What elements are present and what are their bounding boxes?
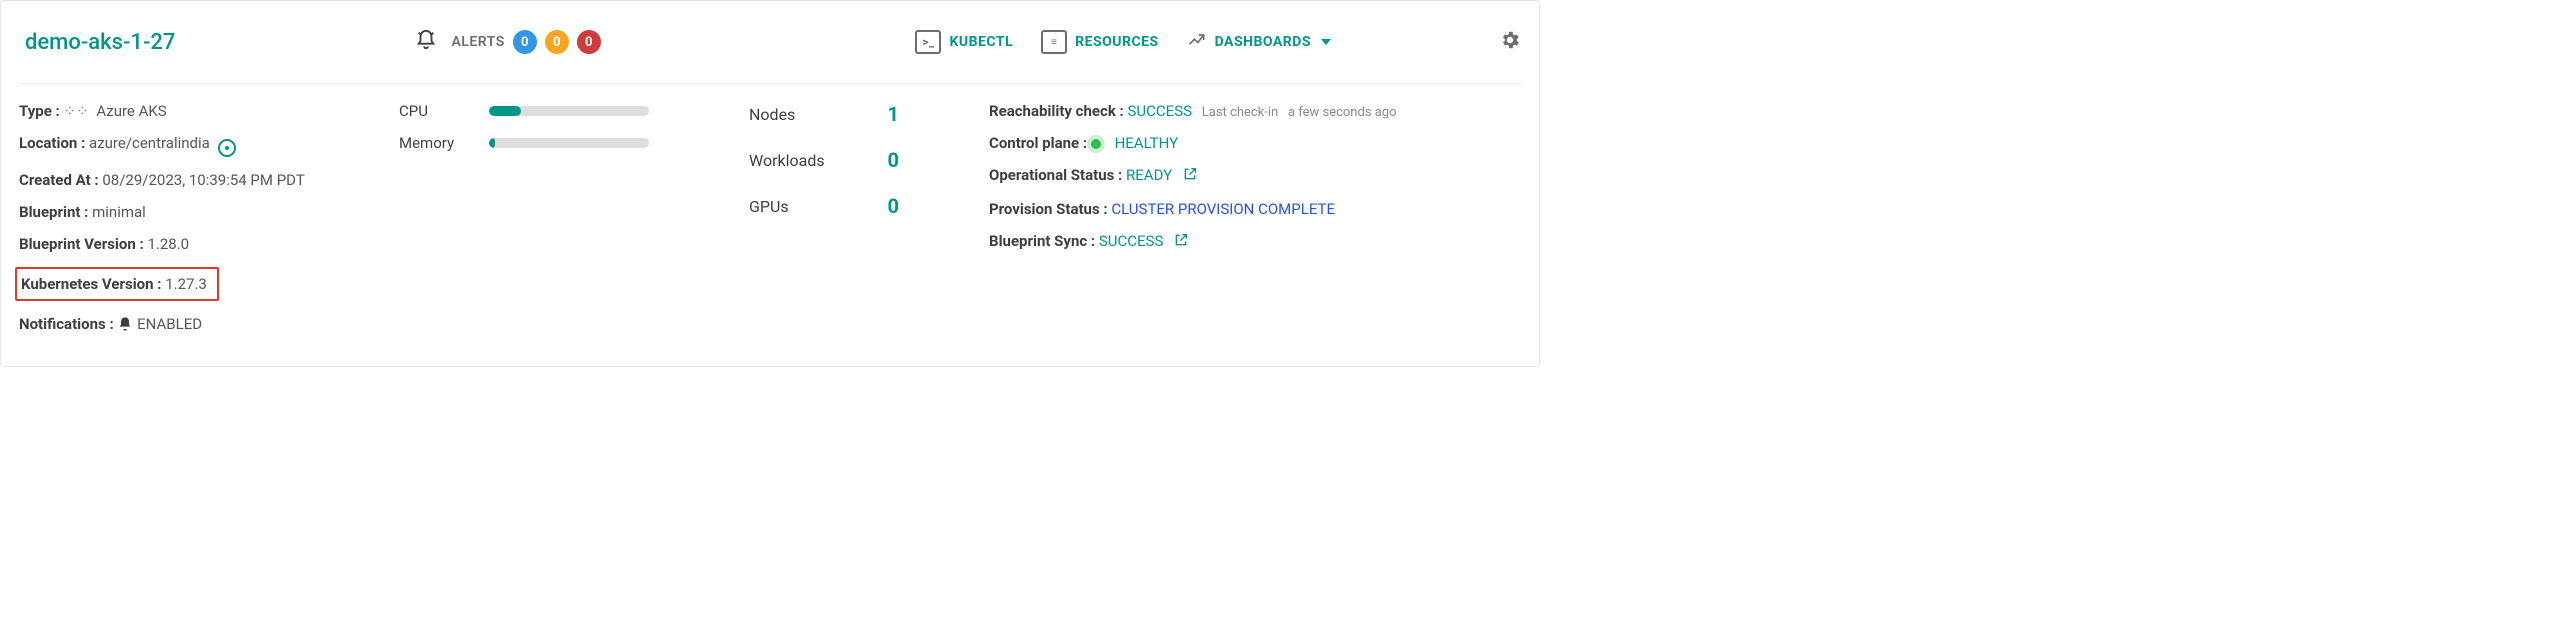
provision-status-row: Provision Status : CLUSTER PROVISION COM… — [989, 200, 1521, 218]
blueprint-sync-value: SUCCESS — [1099, 232, 1164, 250]
type-row: Type : ⁘⁘ Azure AKS — [19, 102, 389, 120]
memory-row: Memory — [399, 134, 739, 152]
provision-status-label: Provision Status : — [989, 200, 1108, 218]
notifications-value: ENABLED — [137, 315, 202, 333]
blueprint-sync-label: Blueprint Sync : — [989, 232, 1095, 250]
kubernetes-version-highlight: Kubernetes Version : 1.27.3 — [15, 267, 219, 301]
status-dot-icon — [1091, 139, 1101, 149]
control-plane-row: Control plane : HEALTHY — [989, 134, 1521, 152]
reachability-row: Reachability check : SUCCESS Last check-… — [989, 102, 1521, 120]
gear-icon[interactable] — [1499, 29, 1521, 55]
header-actions: >_ KUBECTL ≡ RESOURCES DASHBOARDS — [915, 29, 1521, 55]
blueprint-row: Blueprint : minimal — [19, 203, 389, 221]
usage-column: CPU Memory — [399, 102, 739, 350]
bell-icon — [415, 29, 437, 55]
workloads-label: Workloads — [749, 151, 869, 170]
operational-status-label: Operational Status : — [989, 166, 1122, 184]
counts-column: Nodes 1 Workloads 0 GPUs 0 — [749, 102, 979, 350]
cluster-name[interactable]: demo-aks-1-27 — [25, 30, 175, 55]
location-target-icon — [218, 139, 236, 157]
cpu-bar — [489, 106, 649, 116]
bell-icon — [117, 318, 137, 336]
blueprint-value: minimal — [92, 203, 146, 221]
created-label: Created At : — [19, 171, 99, 189]
resources-icon: ≡ — [1041, 30, 1067, 54]
terminal-icon: >_ — [915, 30, 941, 54]
dashboards-button[interactable]: DASHBOARDS — [1187, 30, 1331, 54]
cluster-header: demo-aks-1-27 ALERTS 0 0 0 >_ KUBECTL ≡ … — [19, 1, 1521, 84]
blueprint-version-row: Blueprint Version : 1.28.0 — [19, 235, 389, 253]
workloads-value: 0 — [869, 148, 899, 172]
type-value: Azure AKS — [96, 102, 166, 120]
kubernetes-version-row: Kubernetes Version : 1.27.3 — [19, 267, 389, 301]
location-label: Location : — [19, 134, 85, 152]
notifications-row: Notifications : ENABLED — [19, 315, 389, 336]
info-column: Type : ⁘⁘ Azure AKS Location : azure/cen… — [19, 102, 389, 350]
open-in-new-icon[interactable] — [1173, 234, 1189, 252]
reachability-value: SUCCESS — [1128, 102, 1193, 120]
operational-status-row: Operational Status : READY — [989, 166, 1521, 186]
created-row: Created At : 08/29/2023, 10:39:54 PM PDT — [19, 171, 389, 189]
kubernetes-version-value: 1.27.3 — [165, 275, 207, 293]
created-value: 08/29/2023, 10:39:54 PM PDT — [102, 171, 304, 189]
kubectl-button[interactable]: >_ KUBECTL — [915, 30, 1013, 54]
memory-bar-fill — [489, 138, 495, 148]
cpu-row: CPU — [399, 102, 739, 120]
control-plane-value: HEALTHY — [1115, 134, 1179, 152]
type-label: Type : — [19, 102, 60, 120]
blueprint-version-label: Blueprint Version : — [19, 235, 144, 253]
notifications-label: Notifications : — [19, 315, 114, 333]
gpus-value: 0 — [869, 194, 899, 218]
status-column: Reachability check : SUCCESS Last check-… — [989, 102, 1521, 350]
blueprint-sync-row: Blueprint Sync : SUCCESS — [989, 232, 1521, 252]
alert-badge-info[interactable]: 0 — [513, 30, 537, 54]
blueprint-version-value: 1.28.0 — [147, 235, 189, 253]
reachability-note-value: a few seconds ago — [1288, 105, 1397, 120]
cluster-body: Type : ⁘⁘ Azure AKS Location : azure/cen… — [19, 84, 1521, 350]
control-plane-label: Control plane : — [989, 134, 1087, 152]
resources-label: RESOURCES — [1075, 34, 1158, 50]
kubectl-label: KUBECTL — [949, 34, 1013, 50]
cpu-label: CPU — [399, 102, 489, 120]
alerts-group[interactable]: ALERTS 0 0 0 — [415, 29, 600, 55]
gpus-label: GPUs — [749, 197, 869, 216]
cluster-card: demo-aks-1-27 ALERTS 0 0 0 >_ KUBECTL ≡ … — [0, 0, 1540, 367]
resources-button[interactable]: ≡ RESOURCES — [1041, 30, 1158, 54]
workloads-row: Workloads 0 — [749, 148, 979, 172]
alerts-label: ALERTS — [451, 34, 504, 50]
reachability-label: Reachability check : — [989, 102, 1124, 120]
provision-status-value[interactable]: CLUSTER PROVISION COMPLETE — [1111, 200, 1335, 218]
operational-status-value: READY — [1126, 166, 1172, 184]
location-row: Location : azure/centralindia — [19, 134, 389, 157]
alert-badge-warning[interactable]: 0 — [545, 30, 569, 54]
nodes-value: 1 — [869, 102, 899, 126]
blueprint-label: Blueprint : — [19, 203, 88, 221]
trend-icon — [1187, 30, 1207, 54]
kubernetes-version-label: Kubernetes Version : — [21, 275, 162, 293]
gpus-row: GPUs 0 — [749, 194, 979, 218]
cpu-bar-fill — [489, 106, 521, 116]
alert-badge-critical[interactable]: 0 — [577, 30, 601, 54]
azure-icon: ⁘⁘ — [64, 102, 89, 120]
memory-label: Memory — [399, 134, 489, 152]
reachability-note-prefix: Last check-in — [1202, 105, 1278, 120]
open-in-new-icon[interactable] — [1182, 168, 1198, 186]
location-value: azure/centralindia — [89, 134, 210, 152]
memory-bar — [489, 138, 649, 148]
nodes-row: Nodes 1 — [749, 102, 979, 126]
dashboards-label: DASHBOARDS — [1215, 34, 1311, 50]
chevron-down-icon — [1321, 39, 1331, 45]
nodes-label: Nodes — [749, 105, 869, 124]
